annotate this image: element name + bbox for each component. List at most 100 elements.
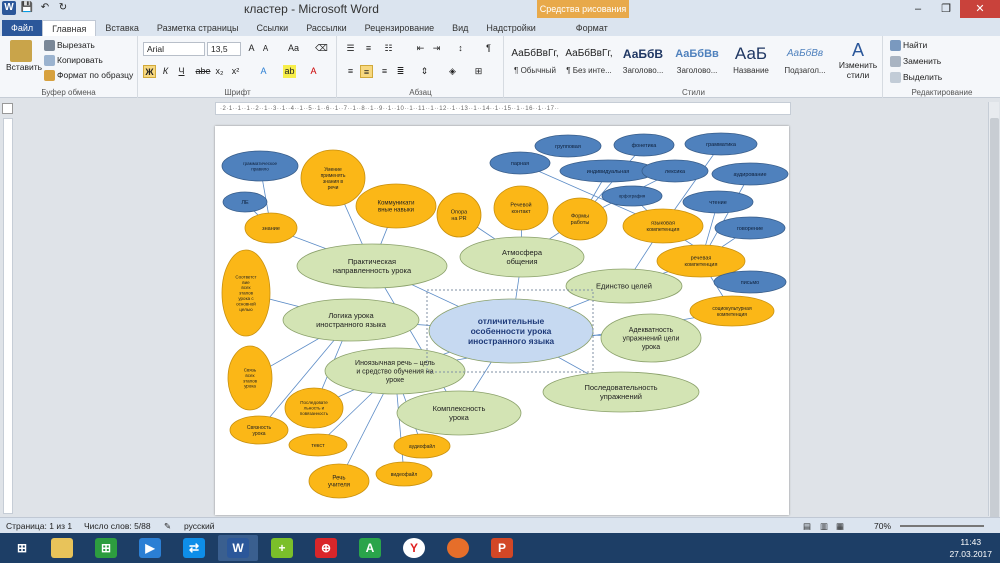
proofing-icon[interactable]: ✎ [164, 521, 171, 532]
main-node[interactable]: Атмосфера общения [459, 236, 585, 278]
underline-button[interactable]: Ч [175, 65, 188, 78]
shading-icon[interactable]: ◈ [446, 65, 459, 78]
blue-node[interactable]: аудирование [711, 162, 789, 186]
tab-page-layout[interactable]: Разметка страницы [148, 20, 248, 36]
main-node[interactable]: Логика урока иностранного языка [282, 298, 420, 342]
minimize-button[interactable]: – [904, 0, 932, 18]
maximize-button[interactable]: ❐ [932, 0, 960, 18]
scrollbar-thumb[interactable] [990, 118, 999, 558]
save-icon[interactable]: 💾 [20, 1, 34, 15]
yellow-node[interactable]: аудиофайл [393, 433, 451, 459]
style-heading-2[interactable]: АаБбВв Заголово... [671, 42, 723, 82]
blue-node[interactable]: орфография [601, 185, 663, 207]
center-node[interactable]: отличительные особенности урока иностранно… [428, 298, 594, 364]
show-marks-icon[interactable]: ¶ [482, 42, 495, 55]
increase-indent-icon[interactable]: ⇥ [430, 42, 443, 55]
blue-node[interactable]: фонетика [613, 133, 675, 157]
font-color-icon[interactable]: A [307, 65, 320, 78]
zoom-level[interactable]: 70% [874, 521, 891, 531]
change-case-icon[interactable]: Aa [287, 42, 300, 55]
line-spacing-icon[interactable]: ⇕ [418, 65, 431, 78]
taskbar-app-plus[interactable]: + [262, 535, 302, 561]
shrink-font-icon[interactable]: A [259, 42, 272, 55]
tab-home[interactable]: Главная [42, 20, 97, 36]
yellow-node[interactable]: Опора на PR [436, 192, 482, 238]
web-layout-icon[interactable]: ▦ [836, 521, 844, 532]
taskbar-media[interactable]: ▶ [130, 535, 170, 561]
format-painter-button[interactable]: Формат по образцу [44, 70, 133, 82]
start-button[interactable]: ⊞ [2, 535, 42, 561]
main-node[interactable]: Последовательность упражнений [542, 371, 700, 413]
main-node[interactable]: Адекватность упражнений цели урока [600, 313, 702, 363]
blue-node[interactable]: письмо [713, 270, 787, 294]
page-count[interactable]: Страница: 1 из 1 [6, 521, 72, 531]
yellow-node[interactable]: социокультурная компетенция [689, 295, 775, 327]
cluster-diagram[interactable]: отличительные особенности урока иностранно… [215, 126, 789, 515]
taskbar-firefox[interactable] [438, 535, 478, 561]
blue-node[interactable]: парная [489, 151, 551, 175]
numbering-icon[interactable]: ≡ [362, 42, 375, 55]
redo-icon[interactable]: ↻ [56, 1, 70, 15]
tab-view[interactable]: Вид [443, 20, 477, 36]
multilevel-list-icon[interactable]: ☷ [382, 42, 395, 55]
word-logo-icon[interactable]: W [2, 1, 16, 15]
blue-node[interactable]: индивидуальная [559, 159, 657, 183]
language[interactable]: русский [184, 521, 215, 531]
tab-insert[interactable]: Вставка [96, 20, 147, 36]
yellow-node[interactable]: Речь учителя [308, 463, 370, 499]
blue-node[interactable]: лексика [641, 159, 709, 183]
select-button[interactable]: Выделить [890, 72, 942, 84]
replace-button[interactable]: Заменить [890, 56, 941, 68]
vertical-ruler[interactable] [3, 118, 13, 514]
copy-button[interactable]: Копировать [44, 55, 103, 67]
blue-node[interactable]: говорение [714, 216, 786, 240]
yellow-node[interactable]: Формы работы [552, 197, 608, 241]
style-heading-1[interactable]: АаБбВ Заголово... [617, 42, 669, 82]
yellow-node[interactable]: Коммуникати вные навыки [355, 183, 437, 229]
align-left-icon[interactable]: ≡ [344, 65, 357, 78]
yellow-node[interactable]: Последовате льность и повязанность [284, 387, 344, 429]
grow-font-icon[interactable]: A [245, 42, 258, 55]
tab-format[interactable]: Формат [567, 20, 617, 36]
taskbar-teamviewer[interactable]: ⇄ [174, 535, 214, 561]
main-node[interactable]: Единство целей [565, 268, 683, 304]
yellow-node[interactable]: Связность урока [229, 415, 289, 445]
horizontal-ruler[interactable]: ·2·1··1··1··2··1··3··1··4··1··5··1··6··1… [215, 102, 791, 115]
justify-icon[interactable]: ≣ [394, 65, 407, 78]
align-right-icon[interactable]: ≡ [378, 65, 391, 78]
tab-file[interactable]: Файл [2, 20, 43, 36]
yellow-node[interactable]: языковая компетенция [622, 208, 704, 244]
font-name-field[interactable]: Arial [143, 42, 205, 56]
yellow-node[interactable]: знание [244, 212, 298, 244]
cut-button[interactable]: Вырезать [44, 40, 95, 52]
blue-node[interactable]: грамматическое правило [221, 150, 299, 182]
blue-node[interactable]: ЛЕ [222, 191, 268, 213]
blue-node[interactable]: грамматика [684, 132, 758, 156]
highlight-icon[interactable]: ab [283, 65, 296, 78]
blue-node[interactable]: групповая [534, 134, 602, 158]
vertical-scrollbar[interactable] [988, 102, 999, 558]
yellow-node[interactable]: Речевой контакт [493, 185, 549, 231]
print-layout-icon[interactable]: ▤ [803, 521, 811, 532]
paste-button[interactable]: Вставить [6, 40, 42, 72]
change-styles-button[interactable]: A Изменить стили [835, 40, 881, 80]
yellow-node[interactable]: Соответст вие всех этапов урока с основной цел… [221, 249, 271, 337]
taskbar-store[interactable]: ⊞ [86, 535, 126, 561]
strikethrough-button[interactable]: abe [193, 65, 213, 78]
style-title[interactable]: АаБ Название [725, 42, 777, 82]
italic-button[interactable]: К [159, 65, 172, 78]
main-node[interactable]: Практическая направленность урока [296, 243, 448, 289]
tab-mailings[interactable]: Рассылки [297, 20, 355, 36]
undo-icon[interactable]: ↶ [38, 1, 52, 15]
tab-addins[interactable]: Надстройки [477, 20, 544, 36]
style-subtitle[interactable]: АаБбВв Подзагол... [779, 42, 831, 82]
taskbar-powerpoint[interactable]: P [482, 535, 522, 561]
ruler-toggle-button[interactable] [2, 103, 13, 114]
font-size-field[interactable]: 13,5 [207, 42, 241, 56]
decrease-indent-icon[interactable]: ⇤ [414, 42, 427, 55]
clear-format-icon[interactable]: ⌫ [315, 42, 328, 55]
zoom-slider[interactable] [900, 525, 984, 527]
full-screen-icon[interactable]: ▥ [820, 521, 828, 532]
subscript-button[interactable]: x₂ [213, 65, 226, 78]
sort-icon[interactable]: ↕ [454, 42, 467, 55]
